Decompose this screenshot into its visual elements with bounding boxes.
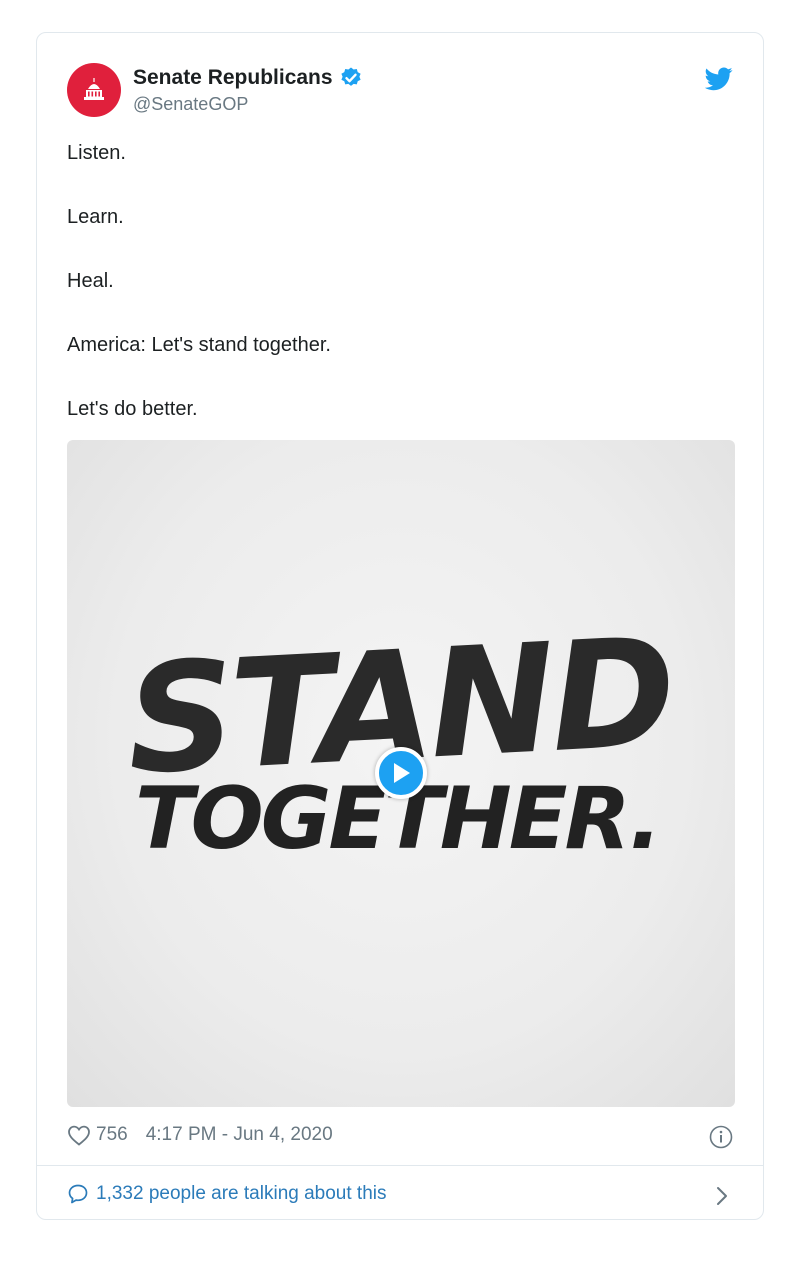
tweet-line: Learn. [67, 206, 124, 228]
play-button[interactable] [375, 747, 427, 799]
capitol-icon [84, 78, 104, 100]
divider [37, 1165, 763, 1166]
tweet-line: Let's do better. [67, 398, 198, 420]
tweet-card[interactable]: Senate Republicans @SenateGOP Listen. Le… [36, 32, 764, 1220]
info-icon[interactable] [709, 1125, 733, 1149]
account-name[interactable]: Senate Republicans [133, 66, 333, 90]
speech-bubble-icon [68, 1184, 88, 1204]
play-icon [394, 763, 410, 783]
tweet-meta: 756 4:17 PM - Jun 4, 2020 [67, 1124, 333, 1146]
talking-count-label[interactable]: 1,332 people are talking about this [96, 1183, 387, 1205]
tweet-line: America: Let's stand together. [67, 334, 331, 356]
conversation-link[interactable]: 1,332 people are talking about this [67, 1183, 387, 1205]
video-media[interactable]: STAND TOGETHER. [67, 440, 735, 1107]
like-count[interactable]: 756 [96, 1124, 128, 1146]
twitter-bird-icon[interactable] [705, 67, 733, 91]
chevron-right-icon[interactable] [715, 1185, 729, 1207]
account-handle[interactable]: @SenateGOP [133, 94, 248, 115]
tweet-text: Listen. Learn. Heal. America: Let's stan… [67, 141, 727, 461]
tweet-timestamp[interactable]: 4:17 PM - Jun 4, 2020 [146, 1124, 333, 1146]
heart-icon[interactable] [67, 1124, 91, 1146]
verified-badge-icon [340, 67, 361, 86]
tweet-line: Heal. [67, 270, 114, 292]
tweet-line: Listen. [67, 142, 126, 164]
avatar[interactable] [67, 63, 121, 117]
